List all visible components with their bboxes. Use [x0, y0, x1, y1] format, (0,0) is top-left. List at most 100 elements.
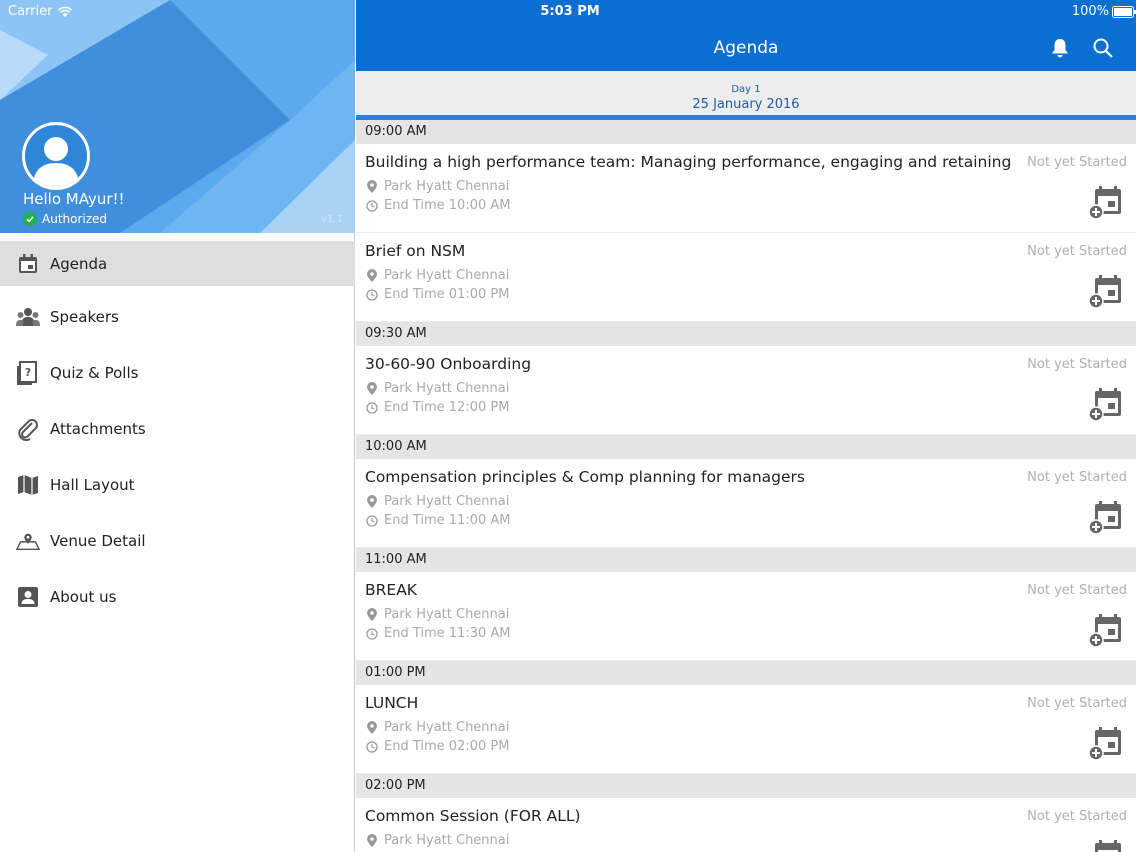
- clock-icon: [365, 627, 378, 640]
- session-title: Building a high performance team: Managi…: [365, 153, 1012, 171]
- notification-bell-icon[interactable]: [1048, 36, 1072, 60]
- add-to-calendar-icon[interactable]: [1088, 725, 1124, 761]
- add-to-calendar-icon[interactable]: [1088, 386, 1124, 422]
- session-status: Not yet Started: [1027, 155, 1127, 170]
- session-item[interactable]: Compensation principles & Comp planning …: [356, 459, 1136, 548]
- day-label: Day 1: [731, 84, 761, 95]
- sidebar-item-label: Venue Detail: [50, 532, 146, 550]
- session-item[interactable]: LUNCH Not yet Started Park Hyatt Chennai…: [356, 685, 1136, 774]
- time-header: 09:30 AM: [356, 322, 1136, 346]
- session-location: Park Hyatt Chennai: [365, 268, 509, 283]
- add-to-calendar-icon[interactable]: [1088, 273, 1124, 309]
- greeting: Hello MAyur!!: [23, 190, 125, 208]
- wifi-icon: [58, 6, 73, 17]
- main-panel: 5:03 PM 100% Agenda Day 1 25 January 201…: [356, 0, 1136, 852]
- session-item[interactable]: Common Session (FOR ALL) Not yet Started…: [356, 798, 1136, 852]
- location-pin-icon: [365, 608, 378, 621]
- sidebar-item-label: Hall Layout: [50, 476, 135, 494]
- location-pin-icon: [365, 721, 378, 734]
- session-status: Not yet Started: [1027, 357, 1127, 372]
- day-date: 25 January 2016: [692, 97, 800, 112]
- add-to-calendar-icon[interactable]: [1088, 838, 1124, 852]
- session-item[interactable]: 30-60-90 Onboarding Not yet Started Park…: [356, 346, 1136, 435]
- session-end-time: End Time 01:00 PM: [365, 287, 509, 302]
- contact-icon: [16, 585, 40, 609]
- sidebar-item-speakers[interactable]: Speakers: [0, 289, 355, 345]
- clock-icon: [365, 288, 378, 301]
- paperclip-icon: [16, 417, 40, 441]
- session-status: Not yet Started: [1027, 809, 1127, 824]
- sidebar-item-agenda[interactable]: Agenda: [0, 241, 355, 286]
- clock-icon: [365, 514, 378, 527]
- add-to-calendar-icon[interactable]: [1088, 612, 1124, 648]
- session-status: Not yet Started: [1027, 470, 1127, 485]
- session-end-label: End Time 01:00 PM: [384, 287, 510, 302]
- location-pin-icon: [365, 834, 378, 847]
- session-location-label: Park Hyatt Chennai: [384, 268, 510, 283]
- sidebar-item-hall-layout[interactable]: Hall Layout: [0, 457, 355, 513]
- time-header: 10:00 AM: [356, 435, 1136, 459]
- search-icon[interactable]: [1091, 36, 1115, 60]
- session-item[interactable]: Building a high performance team: Managi…: [356, 144, 1136, 233]
- quiz-icon: ?: [16, 361, 40, 385]
- speakers-icon: [16, 305, 40, 329]
- session-title: 30-60-90 Onboarding: [365, 355, 532, 373]
- session-end-time: End Time 11:30 AM: [365, 626, 511, 641]
- session-title: BREAK: [365, 581, 417, 599]
- navbar: 5:03 PM 100% Agenda: [356, 0, 1136, 71]
- clock-icon: [365, 740, 378, 753]
- location-pin-icon: [365, 269, 378, 282]
- location-pin-icon: [365, 382, 378, 395]
- sidebar-item-venue-detail[interactable]: Venue Detail: [0, 513, 355, 569]
- session-title: LUNCH: [365, 694, 419, 712]
- sidebar-item-attachments[interactable]: Attachments: [0, 401, 355, 457]
- add-to-calendar-icon[interactable]: [1088, 184, 1124, 220]
- session-location: Park Hyatt Chennai: [365, 720, 509, 735]
- avatar[interactable]: [22, 122, 90, 190]
- session-location: Park Hyatt Chennai: [365, 381, 509, 396]
- venue-map-icon: [16, 529, 40, 553]
- sidebar-item-label: Quiz & Polls: [50, 364, 139, 382]
- auth-status-label: Authorized: [42, 212, 108, 226]
- location-pin-icon: [365, 495, 378, 508]
- sidebar-item-label: Attachments: [50, 420, 146, 438]
- session-item[interactable]: BREAK Not yet Started Park Hyatt Chennai…: [356, 572, 1136, 661]
- location-pin-icon: [365, 180, 378, 193]
- session-title: Brief on NSM: [365, 242, 466, 260]
- time-header: 11:00 AM: [356, 548, 1136, 572]
- session-end-time: End Time 11:00 AM: [365, 513, 511, 528]
- session-location-label: Park Hyatt Chennai: [384, 720, 510, 735]
- session-end-label: End Time 02:00 PM: [384, 739, 510, 754]
- carrier-status: Carrier: [8, 4, 73, 19]
- battery-status: 100%: [1072, 4, 1136, 19]
- calendar-icon: [16, 252, 40, 276]
- sidebar-item-about-us[interactable]: About us: [0, 569, 355, 625]
- time-header: 09:00 AM: [356, 120, 1136, 144]
- status-time: 5:03 PM: [540, 4, 600, 19]
- session-end-label: End Time 10:00 AM: [384, 198, 511, 213]
- svg-text:?: ?: [25, 366, 31, 379]
- battery-icon: [1112, 5, 1136, 18]
- sidebar-item-label: Speakers: [50, 308, 119, 326]
- session-end-label: End Time 11:00 AM: [384, 513, 511, 528]
- session-status: Not yet Started: [1027, 696, 1127, 711]
- add-to-calendar-icon[interactable]: [1088, 499, 1124, 535]
- map-icon: [16, 473, 40, 497]
- session-end-time: End Time 10:00 AM: [365, 198, 511, 213]
- day-header[interactable]: Day 1 25 January 2016: [356, 71, 1136, 120]
- session-title: Compensation principles & Comp planning …: [365, 468, 806, 486]
- session-location: Park Hyatt Chennai: [365, 607, 509, 622]
- session-end-time: End Time 02:00 PM: [365, 739, 509, 754]
- sidebar-item-label: About us: [50, 588, 117, 606]
- session-status: Not yet Started: [1027, 583, 1127, 598]
- session-title: Common Session (FOR ALL): [365, 807, 581, 825]
- session-item[interactable]: Brief on NSM Not yet Started Park Hyatt …: [356, 233, 1136, 322]
- sidebar-item-quiz-polls[interactable]: ? Quiz & Polls: [0, 345, 355, 401]
- session-end-label: End Time 12:00 PM: [384, 400, 510, 415]
- time-header: 01:00 PM: [356, 661, 1136, 685]
- agenda-list: 09:00 AM Building a high performance tea…: [356, 120, 1136, 852]
- session-location-label: Park Hyatt Chennai: [384, 833, 510, 848]
- app-version: v1.1: [321, 214, 343, 225]
- session-location-label: Park Hyatt Chennai: [384, 179, 510, 194]
- time-header: 02:00 PM: [356, 774, 1136, 798]
